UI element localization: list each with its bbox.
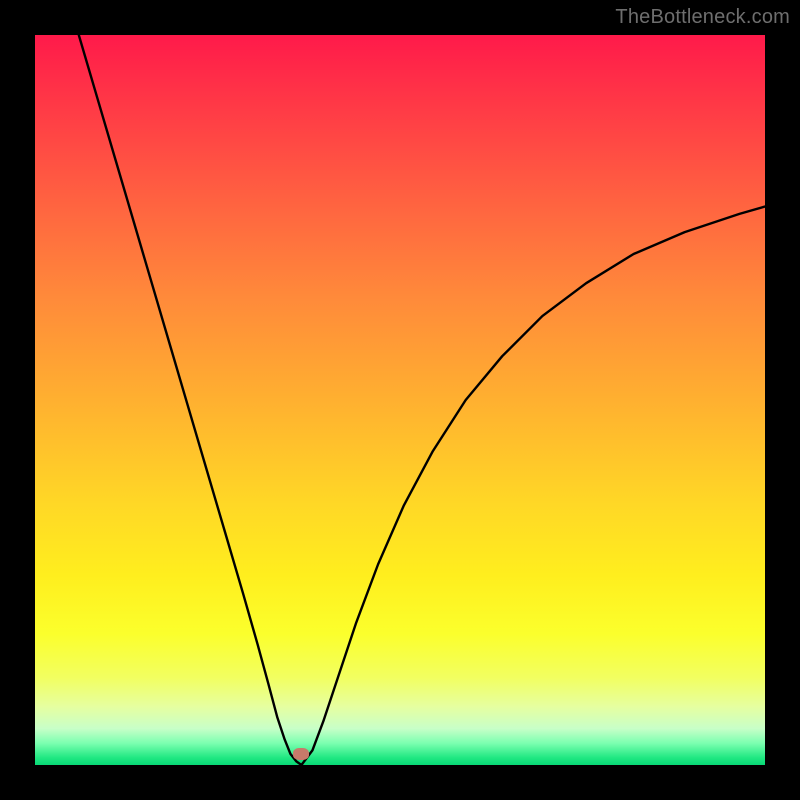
bottleneck-curve [79,35,765,765]
chart-frame: TheBottleneck.com [0,0,800,800]
watermark-text: TheBottleneck.com [615,6,790,29]
bottleneck-marker [293,748,309,760]
curve-svg [35,35,765,765]
plot-area [35,35,765,765]
